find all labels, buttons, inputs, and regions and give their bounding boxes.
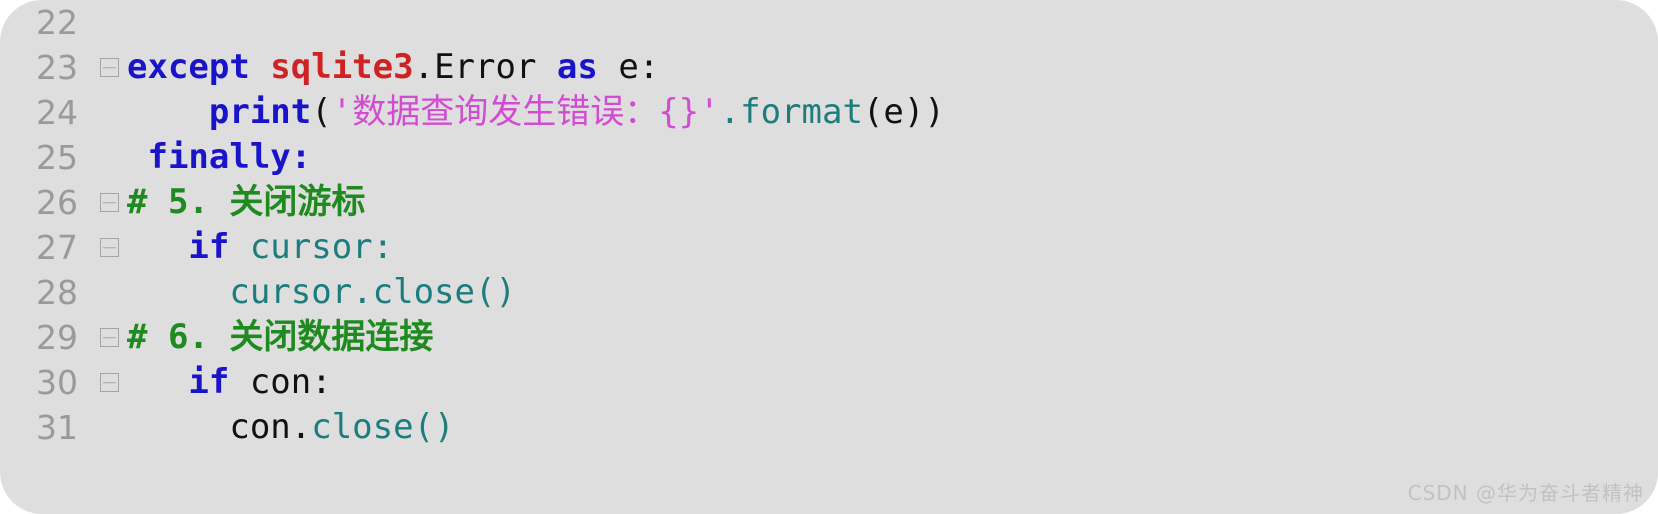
code-line[interactable]: 29 # 6. 关闭数据连接 (0, 315, 1658, 360)
code-token-keyword: finally: (127, 137, 312, 177)
code-lines-container[interactable]: 22 23 except sqlite3.Error as e: 24 print('… (0, 0, 1658, 514)
code-fold-minus-icon[interactable] (100, 373, 119, 392)
code-token-plain: (e)) (862, 92, 945, 132)
code-token-function: .format (719, 92, 863, 132)
code-token-keyword: print (127, 92, 312, 132)
line-number: 28 (36, 273, 78, 312)
code-token-plain: con. (127, 407, 312, 447)
line-number: 24 (36, 93, 78, 132)
code-fold-minus-icon[interactable] (100, 58, 119, 77)
code-token-keyword: if (127, 227, 250, 267)
screenshot-root: 22 23 except sqlite3.Error as e: 24 print('… (0, 0, 1658, 514)
code-line-text: print('数据查询发生错误：{}'.format(e)) (127, 90, 945, 135)
code-fold-minus-icon[interactable] (100, 193, 119, 212)
code-token-comment: # 5. 关闭游标 (127, 182, 366, 222)
code-fold-minus-icon[interactable] (100, 328, 119, 347)
code-token-cjk: 关闭游标 (229, 182, 366, 222)
code-token-plain: con: (249, 362, 332, 402)
code-token-plain: ( (311, 92, 332, 132)
line-number: 27 (36, 228, 78, 267)
code-token-identifier: close() (311, 407, 455, 447)
code-line[interactable]: 26 # 5. 关闭游标 (0, 180, 1658, 225)
code-line[interactable]: 31 con.close() (0, 405, 1658, 450)
line-number: 26 (36, 183, 78, 222)
code-line[interactable]: 22 (0, 0, 1658, 45)
code-line-text: if cursor: (127, 225, 393, 270)
code-token-string: '数据查询发生错误：{}' (331, 92, 720, 132)
code-line[interactable]: 24 print('数据查询发生错误：{}'.format(e)) (0, 90, 1658, 135)
csdn-watermark: CSDN @华为奋斗者精神 (1407, 481, 1644, 505)
line-number: 29 (36, 318, 78, 357)
code-line-text: cursor.close() (127, 270, 516, 315)
code-line-text: if con: (127, 360, 332, 405)
line-number: 30 (36, 363, 78, 402)
code-token-plain: .Error (413, 47, 557, 87)
code-line-text: # 6. 关闭数据连接 (127, 315, 433, 360)
line-number: 22 (36, 3, 78, 42)
code-token-cjk: 数据查询发生错误： (352, 92, 659, 132)
code-token-keyword: except (127, 47, 271, 87)
code-line[interactable]: 28 cursor.close() (0, 270, 1658, 315)
code-line[interactable]: 30 if con: (0, 360, 1658, 405)
code-token-keyword: as (556, 47, 619, 87)
code-editor-panel: 22 23 except sqlite3.Error as e: 24 print('… (0, 0, 1658, 514)
code-line[interactable]: 23 except sqlite3.Error as e: (0, 45, 1658, 90)
code-line-text: finally: (127, 135, 311, 180)
code-token-keyword: if (127, 362, 250, 402)
code-token-cjk: 关闭数据连接 (229, 317, 434, 357)
line-number: 25 (36, 138, 78, 177)
code-token-module: sqlite3 (270, 47, 414, 87)
code-token-plain: e: (618, 47, 660, 87)
code-line[interactable]: 25 finally: (0, 135, 1658, 180)
line-number: 31 (36, 408, 78, 447)
code-line-text: # 5. 关闭游标 (127, 180, 365, 225)
code-token-identifier: cursor: (249, 227, 394, 267)
code-fold-minus-icon[interactable] (100, 238, 119, 257)
code-line[interactable]: 27 if cursor: (0, 225, 1658, 270)
line-number: 23 (36, 48, 78, 87)
code-token-comment: # 6. 关闭数据连接 (127, 317, 434, 357)
code-token-identifier: cursor.close() (127, 272, 516, 312)
code-line-text: con.close() (127, 405, 455, 450)
code-line-text: except sqlite3.Error as e: (127, 45, 659, 90)
